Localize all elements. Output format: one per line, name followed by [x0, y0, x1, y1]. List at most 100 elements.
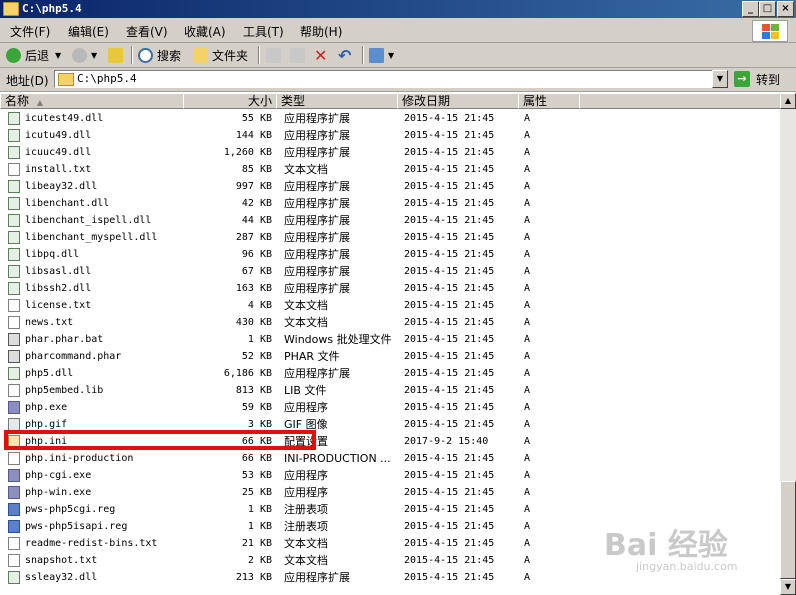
go-label: 转到	[756, 72, 781, 87]
file-modified: 2015-4-15 21:45	[404, 113, 495, 124]
file-bat-icon	[8, 350, 20, 363]
menu-view[interactable]: 查看(V)	[126, 23, 168, 40]
scroll-thumb[interactable]	[780, 481, 796, 579]
file-row[interactable]: news.txt 430 KB 文本文档 2015-4-15 21:45 A	[0, 314, 780, 331]
folders-button[interactable]: 文件夹	[193, 46, 248, 64]
file-row[interactable]: install.txt 85 KB 文本文档 2015-4-15 21:45 A	[0, 161, 780, 178]
move-to-button[interactable]	[266, 46, 285, 64]
file-modified: 2015-4-15 21:45	[404, 283, 495, 294]
file-name: pws-php5cgi.reg	[25, 504, 116, 515]
file-name: pharcommand.phar	[25, 351, 122, 362]
file-name: license.txt	[25, 300, 92, 311]
file-name: php.ini-production	[25, 453, 134, 464]
file-txt-icon	[8, 452, 20, 465]
file-name: php5.dll	[25, 368, 74, 379]
file-row[interactable]: php.ini-production 66 KB INI-PRODUCTION ..…	[0, 450, 780, 467]
file-size: 52 KB	[241, 351, 272, 362]
forward-button[interactable]: ▼	[72, 46, 97, 64]
up-folder-button[interactable]	[108, 46, 127, 64]
file-name: libsasl.dll	[25, 266, 92, 277]
go-button[interactable]: → 转到	[734, 70, 780, 88]
file-row[interactable]: license.txt 4 KB 文本文档 2015-4-15 21:45 A	[0, 297, 780, 314]
file-attributes: A	[524, 164, 531, 175]
copy-to-button[interactable]	[290, 46, 309, 64]
file-php-icon	[8, 486, 20, 499]
file-type: 文本文档	[284, 537, 328, 550]
column-attributes[interactable]: 属性	[518, 93, 580, 109]
file-modified: 2017-9-2 15:40	[404, 436, 489, 447]
undo-icon: ↶	[338, 45, 352, 65]
file-row[interactable]: libenchant.dll 42 KB 应用程序扩展 2015-4-15 21:45…	[0, 195, 780, 212]
menu-help[interactable]: 帮助(H)	[300, 23, 342, 40]
up-folder-icon	[108, 47, 123, 63]
menu-edit[interactable]: 编辑(E)	[68, 23, 109, 40]
file-name: pws-php5isapi.reg	[25, 521, 128, 532]
column-type[interactable]: 类型	[276, 93, 398, 109]
folder-icon	[3, 2, 19, 16]
maximize-button[interactable]: □	[759, 1, 776, 17]
menu-file[interactable]: 文件(F)	[10, 23, 50, 40]
undo-button[interactable]: ↶	[338, 45, 352, 65]
file-row[interactable]: libssh2.dll 163 KB 应用程序扩展 2015-4-15 21:45 A	[0, 280, 780, 297]
file-row[interactable]: pws-php5cgi.reg 1 KB 注册表项 2015-4-15 21:45 A	[0, 501, 780, 518]
address-dropdown-button[interactable]: ▼	[712, 70, 728, 88]
column-modified[interactable]: 修改日期	[397, 93, 519, 109]
file-attributes: A	[524, 130, 531, 141]
address-value: C:\php5.4	[77, 72, 137, 85]
file-row[interactable]: libeay32.dll 997 KB 应用程序扩展 2015-4-15 21:45 A	[0, 178, 780, 195]
search-button[interactable]: 搜索	[138, 46, 181, 64]
file-dll-icon	[8, 367, 20, 380]
back-button[interactable]: 后退 ▼	[6, 46, 61, 64]
file-row[interactable]: php5.dll 6,186 KB 应用程序扩展 2015-4-15 21:45 A	[0, 365, 780, 382]
file-type: Windows 批处理文件	[284, 333, 392, 346]
file-attributes: A	[524, 351, 531, 362]
file-name: libeay32.dll	[25, 181, 98, 192]
file-row[interactable]: libsasl.dll 67 KB 应用程序扩展 2015-4-15 21:45 A	[0, 263, 780, 280]
file-size: 430 KB	[235, 317, 272, 328]
file-row[interactable]: php-win.exe 25 KB 应用程序 2015-4-15 21:45 A	[0, 484, 780, 501]
minimize-button[interactable]: _	[742, 1, 759, 17]
file-row[interactable]: phar.phar.bat 1 KB Windows 批处理文件 2015-4-15 …	[0, 331, 780, 348]
file-row[interactable]: php.exe 59 KB 应用程序 2015-4-15 21:45 A	[0, 399, 780, 416]
file-modified: 2015-4-15 21:45	[404, 385, 495, 396]
file-type: 应用程序扩展	[284, 367, 350, 380]
file-modified: 2015-4-15 21:45	[404, 232, 495, 243]
column-attributes-label: 属性	[523, 94, 548, 108]
delete-x-icon: ✕	[314, 45, 328, 65]
file-name: icuuc49.dll	[25, 147, 92, 158]
file-size: 813 KB	[235, 385, 272, 396]
views-button[interactable]: ▼	[369, 46, 394, 64]
close-button[interactable]: ×	[777, 1, 794, 17]
file-attributes: A	[524, 402, 531, 413]
address-input[interactable]: C:\php5.4	[54, 70, 728, 88]
file-name: php5embed.lib	[25, 385, 104, 396]
file-type: 应用程序扩展	[284, 214, 350, 227]
file-row[interactable]: pharcommand.phar 52 KB PHAR 文件 2015-4-15 21…	[0, 348, 780, 365]
menu-tools[interactable]: 工具(T)	[243, 23, 284, 40]
file-name: snapshot.txt	[25, 555, 98, 566]
column-modified-label: 修改日期	[402, 94, 451, 108]
file-modified: 2015-4-15 21:45	[404, 164, 495, 175]
file-row[interactable]: libenchant_myspell.dll 287 KB 应用程序扩展 2015-4…	[0, 229, 780, 246]
menu-favorites[interactable]: 收藏(A)	[184, 23, 226, 40]
file-row[interactable]: icutu49.dll 144 KB 应用程序扩展 2015-4-15 21:45 A	[0, 127, 780, 144]
title-bar[interactable]: C:\php5.4 _ □ ×	[0, 0, 796, 18]
file-size: 55 KB	[241, 113, 272, 124]
file-row[interactable]: libpq.dll 96 KB 应用程序扩展 2015-4-15 21:45 A	[0, 246, 780, 263]
column-name-label: 名称	[5, 94, 30, 108]
scroll-up-button[interactable]: ▲	[780, 93, 796, 109]
file-size: 144 KB	[235, 130, 272, 141]
file-row[interactable]: php5embed.lib 813 KB LIB 文件 2015-4-15 21:45…	[0, 382, 780, 399]
delete-button[interactable]: ✕	[314, 45, 328, 65]
views-icon	[369, 47, 384, 63]
file-row[interactable]: php-cgi.exe 53 KB 应用程序 2015-4-15 21:45 A	[0, 467, 780, 484]
file-row[interactable]: icuuc49.dll 1,260 KB 应用程序扩展 2015-4-15 21:45…	[0, 144, 780, 161]
file-type: 应用程序扩展	[284, 571, 350, 584]
column-name[interactable]: 名称 ▲	[0, 93, 184, 109]
file-row[interactable]: icutest49.dll 55 KB 应用程序扩展 2015-4-15 21:45 A	[0, 110, 780, 127]
column-size[interactable]: 大小	[183, 93, 277, 109]
vertical-scrollbar[interactable]: ▲ ▼	[780, 93, 796, 595]
file-row[interactable]: libenchant_ispell.dll 44 KB 应用程序扩展 2015-4-1…	[0, 212, 780, 229]
scroll-down-button[interactable]: ▼	[780, 579, 796, 595]
file-txt-icon	[8, 163, 20, 176]
